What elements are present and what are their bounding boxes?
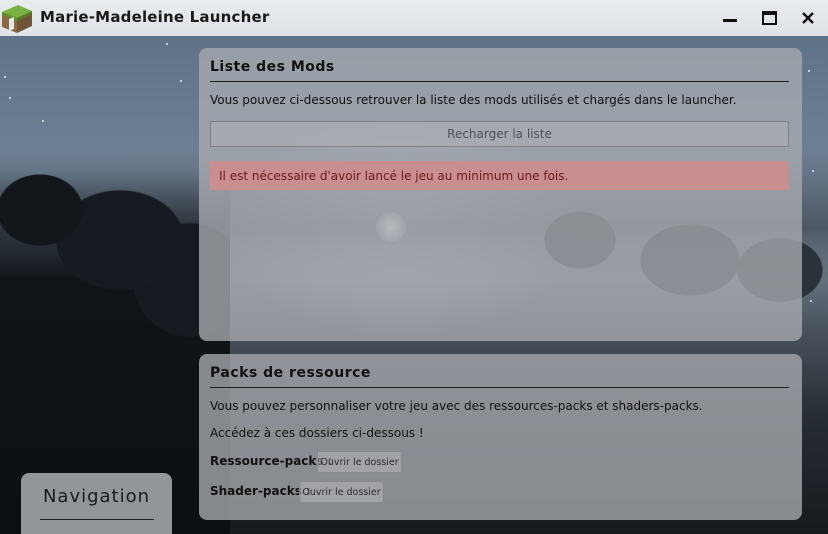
open-shader-folder-button[interactable]: Ouvrir le dossier	[299, 481, 384, 503]
divider	[210, 81, 789, 82]
navigation-label: Navigation	[42, 486, 151, 507]
resource-packs-label: Ressource-packs :	[210, 454, 333, 468]
close-icon	[802, 12, 814, 24]
alert-text: Il est nécessaire d'avoir lancé le jeu a…	[219, 168, 569, 183]
navigation-tab[interactable]: Navigation	[21, 473, 172, 534]
divider	[40, 519, 154, 520]
divider	[210, 387, 789, 388]
error-alert: Il est nécessaire d'avoir lancé le jeu a…	[210, 161, 789, 190]
star	[812, 170, 814, 172]
minimize-icon	[723, 11, 737, 25]
star	[808, 70, 810, 72]
mods-panel-title: Liste des Mods	[210, 59, 335, 75]
packs-panel-title: Packs de ressource	[210, 365, 371, 381]
reload-list-button[interactable]: Recharger la liste	[210, 121, 789, 147]
star	[42, 120, 44, 122]
minimize-button[interactable]	[717, 6, 743, 30]
maximize-icon	[761, 11, 777, 25]
packs-description: Vous pouvez personnaliser votre jeu avec…	[210, 399, 703, 413]
app-title: Marie-Madeleine Launcher	[40, 8, 270, 26]
shader-packs-label: Shader-packs :	[210, 484, 311, 498]
star	[166, 43, 168, 45]
close-button[interactable]	[795, 6, 821, 30]
packs-access-text: Accédez à ces dossiers ci-dessous !	[210, 426, 424, 440]
star	[810, 300, 812, 302]
mods-panel: Liste des Mods Vous pouvez ci-dessous re…	[199, 48, 802, 341]
open-resource-folder-button[interactable]: Ouvrir le dossier	[317, 451, 402, 473]
title-bar: Marie-Madeleine Launcher	[0, 0, 828, 36]
star	[9, 97, 11, 99]
star	[180, 80, 182, 82]
maximize-button[interactable]	[756, 6, 782, 30]
star	[4, 76, 6, 78]
mods-description: Vous pouvez ci-dessous retrouver la list…	[210, 93, 737, 107]
packs-panel: Packs de ressource Vous pouvez personnal…	[199, 354, 802, 520]
grass-block-icon	[0, 2, 34, 34]
